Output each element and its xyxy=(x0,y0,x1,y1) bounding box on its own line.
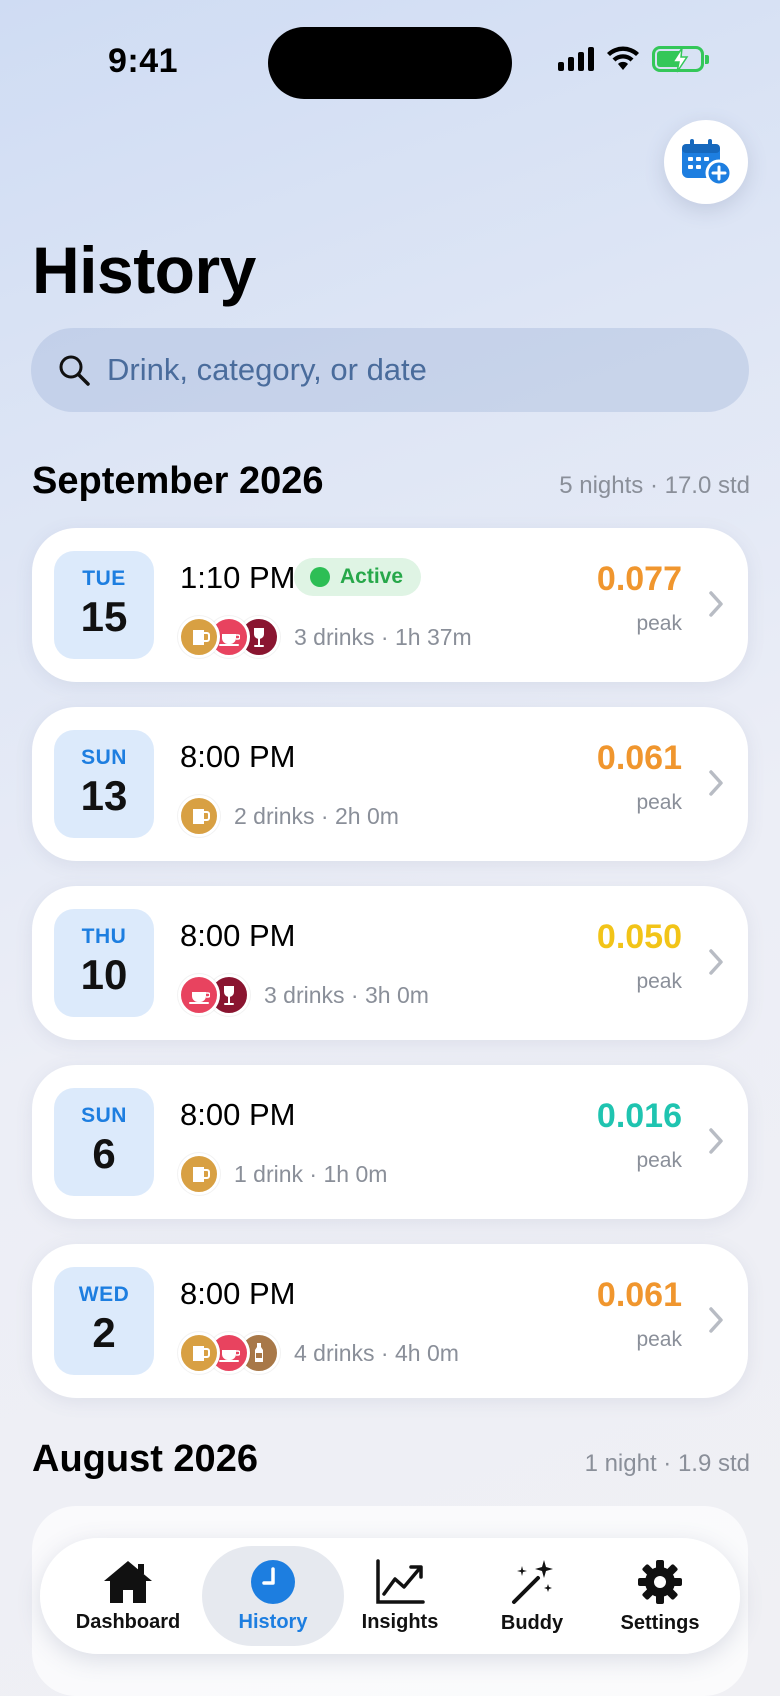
beer-drink-icon xyxy=(178,795,220,837)
drink-summary: 3 drinks · 1h 37m xyxy=(294,623,472,650)
day-of-month: 2 xyxy=(92,1309,116,1356)
drink-list: 3 drinks · 3h 0m xyxy=(178,974,429,1016)
beer-drink-icon xyxy=(178,1332,220,1374)
status-time: 9:41 xyxy=(108,42,179,80)
date-badge: SUN 6 xyxy=(54,1088,154,1196)
tab-insights[interactable]: Insights xyxy=(340,1538,460,1654)
session-start-time: 8:00 PM xyxy=(180,739,296,774)
tab-bar: Dashboard History Insights Buddy Setting… xyxy=(40,1538,740,1654)
clock-icon xyxy=(251,1559,295,1604)
day-of-month: 6 xyxy=(92,1130,116,1177)
coffee-cup-drink-icon xyxy=(178,974,220,1016)
drink-summary: 2 drinks · 2h 0m xyxy=(234,802,399,829)
session-start-time: 8:00 PM xyxy=(180,918,296,953)
chart-icon xyxy=(376,1558,425,1604)
session-card[interactable]: SUN 13 8:00 PM 2 drinks · 2h 0m 0.061 pe… xyxy=(32,707,748,861)
session-card[interactable]: THU 10 8:00 PM 3 drinks · 3h 0m 0.050 pe… xyxy=(32,886,748,1040)
dynamic-island xyxy=(268,27,512,99)
day-of-week: SUN xyxy=(81,1104,127,1127)
session-start-time: 8:00 PM xyxy=(180,1097,296,1132)
chevron-right-icon xyxy=(709,1307,723,1333)
peak-label: peak xyxy=(636,1328,682,1351)
session-start-time: 8:00 PM xyxy=(180,1276,296,1311)
page-title: History xyxy=(32,233,256,307)
tab-label: Dashboard xyxy=(75,1610,181,1633)
drink-summary: 4 drinks · 4h 0m xyxy=(294,1339,459,1366)
tab-buddy[interactable]: Buddy xyxy=(472,1538,592,1654)
section-header-september: September 2026 5 nights · 17.0 std xyxy=(32,460,750,503)
peak-label: peak xyxy=(636,1149,682,1172)
chevron-right-icon xyxy=(709,949,723,975)
peak-value: 0.061 xyxy=(596,739,682,777)
active-label: Active xyxy=(340,565,404,588)
peak-value: 0.050 xyxy=(596,918,682,956)
tab-dashboard[interactable]: Dashboard xyxy=(68,1538,188,1654)
peak-value: 0.016 xyxy=(596,1097,682,1135)
day-of-month: 15 xyxy=(80,593,128,640)
house-icon xyxy=(104,1560,152,1603)
date-badge: TUE 15 xyxy=(54,551,154,659)
beer-drink-icon xyxy=(178,616,220,658)
battery-charging-icon xyxy=(652,46,709,73)
session-start-time: 1:10 PM xyxy=(180,560,296,595)
drink-summary: 3 drinks · 3h 0m xyxy=(264,981,429,1008)
gear-icon xyxy=(638,1559,682,1604)
wifi-icon xyxy=(607,46,639,70)
date-badge: WED 2 xyxy=(54,1267,154,1375)
day-of-week: SUN xyxy=(81,746,127,769)
day-of-week: TUE xyxy=(82,567,126,590)
section-header-august: August 2026 1 night · 1.9 std xyxy=(32,1438,750,1481)
drink-list: 3 drinks · 1h 37m xyxy=(178,616,472,658)
day-of-month: 13 xyxy=(80,772,128,819)
tab-label: Settings xyxy=(620,1611,700,1634)
drink-list: 2 drinks · 2h 0m xyxy=(178,795,399,837)
section-summary: 1 night · 1.9 std xyxy=(584,1450,750,1477)
section-title: September 2026 xyxy=(32,460,324,502)
peak-value: 0.061 xyxy=(596,1276,682,1314)
section-summary: 5 nights · 17.0 std xyxy=(559,472,750,499)
chevron-right-icon xyxy=(709,1128,723,1154)
calendar-add-icon xyxy=(682,139,732,186)
drink-list: 4 drinks · 4h 0m xyxy=(178,1332,459,1374)
cellular-signal-icon xyxy=(558,47,594,71)
session-card[interactable]: TUE 15 1:10 PM Active 3 drinks · 1h 37m … xyxy=(32,528,748,682)
drink-summary: 1 drink · 1h 0m xyxy=(234,1160,388,1187)
beer-drink-icon xyxy=(178,1153,220,1195)
date-badge: SUN 13 xyxy=(54,730,154,838)
peak-label: peak xyxy=(636,970,682,993)
search-input[interactable] xyxy=(107,352,687,388)
tab-label: Insights xyxy=(361,1610,439,1633)
tab-history[interactable]: History xyxy=(210,1538,336,1654)
peak-value: 0.077 xyxy=(596,560,682,598)
day-of-month: 10 xyxy=(80,951,128,998)
day-of-week: WED xyxy=(78,1283,130,1306)
tab-label: History xyxy=(238,1610,308,1633)
section-title: August 2026 xyxy=(32,1438,258,1480)
day-of-week: THU xyxy=(81,925,127,948)
add-calendar-button[interactable] xyxy=(664,120,748,204)
tab-label: Buddy xyxy=(500,1611,564,1634)
magic-wand-icon xyxy=(512,1559,553,1604)
search-bar[interactable] xyxy=(31,328,749,412)
chevron-right-icon xyxy=(709,770,723,796)
search-icon xyxy=(59,355,90,386)
session-card[interactable]: WED 2 8:00 PM 4 drinks · 4h 0m 0.061 pea… xyxy=(32,1244,748,1398)
drink-list: 1 drink · 1h 0m xyxy=(178,1153,387,1195)
peak-label: peak xyxy=(636,791,682,814)
date-badge: THU 10 xyxy=(54,909,154,1017)
status-icons xyxy=(558,46,709,73)
active-dot-icon xyxy=(310,567,330,587)
tab-settings[interactable]: Settings xyxy=(600,1538,720,1654)
active-status-badge: Active xyxy=(294,558,422,596)
peak-label: peak xyxy=(636,612,682,635)
session-card[interactable]: SUN 6 8:00 PM 1 drink · 1h 0m 0.016 peak xyxy=(32,1065,748,1219)
chevron-right-icon xyxy=(709,591,723,617)
